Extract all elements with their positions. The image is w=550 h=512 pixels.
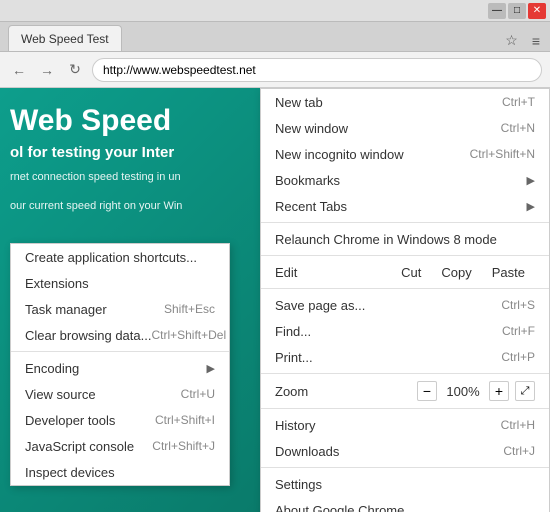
paste-button[interactable]: Paste	[482, 264, 535, 281]
copy-button[interactable]: Copy	[431, 264, 481, 281]
tab-actions: ☆ ≡	[501, 30, 550, 51]
web-subtitle: ol for testing your Inter	[0, 142, 270, 163]
address-bar: ← → ↻	[0, 52, 550, 88]
tab-bar: Web Speed Test ☆ ≡	[0, 22, 550, 52]
back-button[interactable]: ←	[8, 59, 30, 81]
web-desc1: rnet connection speed testing in un	[0, 163, 270, 192]
menu-item-print[interactable]: Print... Ctrl+P	[261, 344, 549, 370]
close-button[interactable]: ✕	[528, 3, 546, 19]
main-divider6	[261, 467, 549, 468]
web-desc2: our current speed right on your Win	[0, 192, 270, 221]
menu-item-save-page[interactable]: Save page as... Ctrl+S	[261, 292, 549, 318]
menu-item-settings[interactable]: Settings	[261, 471, 549, 497]
menu-item-about[interactable]: About Google Chrome	[261, 497, 549, 512]
context-menu-main: New tab Ctrl+T New window Ctrl+N New inc…	[260, 88, 550, 512]
menu-item-js-console[interactable]: JavaScript console Ctrl+Shift+J	[11, 433, 229, 459]
menu-item-create-shortcuts[interactable]: Create application shortcuts...	[11, 244, 229, 270]
menu-item-recent-tabs[interactable]: Recent Tabs ▶	[261, 193, 549, 219]
zoom-controls: − 100% + ⤢	[417, 381, 535, 401]
star-icon[interactable]: ☆	[501, 30, 522, 51]
menu-item-clear-browsing[interactable]: Clear browsing data... Ctrl+Shift+Del	[11, 322, 229, 348]
menu-item-new-window[interactable]: New window Ctrl+N	[261, 115, 549, 141]
menu-item-encoding[interactable]: Encoding ▶	[11, 355, 229, 381]
zoom-plus-button[interactable]: +	[489, 381, 509, 401]
encoding-arrow: ▶	[207, 362, 215, 375]
menu-item-task-manager[interactable]: Task manager Shift+Esc	[11, 296, 229, 322]
main-divider1	[261, 222, 549, 223]
main-divider4	[261, 373, 549, 374]
web-desc1-text: rnet connection speed testing in un	[10, 171, 181, 183]
menu-item-inspect-devices[interactable]: Inspect devices	[11, 459, 229, 485]
cut-button[interactable]: Cut	[391, 264, 431, 281]
web-title: Web Speed	[0, 88, 270, 142]
edit-actions: Cut Copy Paste	[391, 264, 535, 281]
forward-button[interactable]: →	[36, 59, 58, 81]
tab-title: Web Speed Test	[21, 32, 109, 46]
zoom-value: 100%	[443, 384, 483, 399]
menu-item-history[interactable]: History Ctrl+H	[261, 412, 549, 438]
bookmarks-arrow: ▶	[527, 174, 535, 187]
menu-item-new-incognito[interactable]: New incognito window Ctrl+Shift+N	[261, 141, 549, 167]
titlebar: — □ ✕	[0, 0, 550, 22]
web-title-text: Web Speed	[10, 104, 171, 137]
submenu-divider1	[11, 351, 229, 352]
menu-item-new-tab[interactable]: New tab Ctrl+T	[261, 89, 549, 115]
web-subtitle-text: ol for testing your Inter	[10, 144, 174, 161]
address-input[interactable]	[92, 58, 542, 82]
page-content: Web Speed ol for testing your Inter rnet…	[0, 88, 550, 512]
menu-item-developer-tools[interactable]: Developer tools Ctrl+Shift+I	[11, 407, 229, 433]
web-desc2-text: our current speed right on your Win	[10, 200, 182, 212]
refresh-button[interactable]: ↻	[64, 59, 86, 81]
menu-item-bookmarks[interactable]: Bookmarks ▶	[261, 167, 549, 193]
zoom-fullscreen-button[interactable]: ⤢	[515, 381, 535, 401]
active-tab[interactable]: Web Speed Test	[8, 25, 122, 51]
edit-row: Edit Cut Copy Paste	[261, 259, 549, 285]
zoom-row: Zoom − 100% + ⤢	[261, 377, 549, 405]
main-divider5	[261, 408, 549, 409]
menu-item-view-source[interactable]: View source Ctrl+U	[11, 381, 229, 407]
submenu-more-tools: Create application shortcuts... Extensio…	[10, 243, 230, 486]
main-divider3	[261, 288, 549, 289]
menu-item-extensions[interactable]: Extensions	[11, 270, 229, 296]
menu-item-downloads[interactable]: Downloads Ctrl+J	[261, 438, 549, 464]
recent-tabs-arrow: ▶	[527, 200, 535, 213]
minimize-button[interactable]: —	[488, 3, 506, 19]
menu-icon[interactable]: ≡	[528, 31, 544, 51]
maximize-button[interactable]: □	[508, 3, 526, 19]
menu-item-find[interactable]: Find... Ctrl+F	[261, 318, 549, 344]
zoom-minus-button[interactable]: −	[417, 381, 437, 401]
main-divider2	[261, 255, 549, 256]
menu-item-relaunch[interactable]: Relaunch Chrome in Windows 8 mode	[261, 226, 549, 252]
